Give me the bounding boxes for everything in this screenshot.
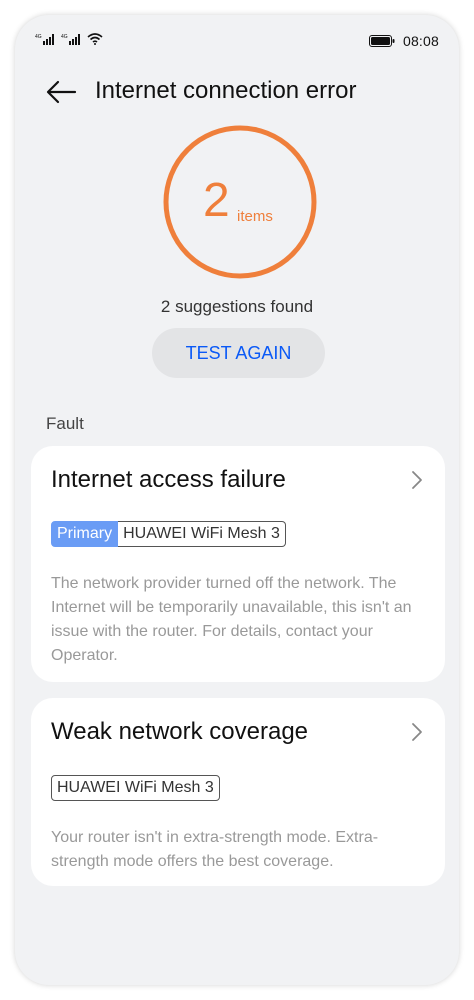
- device-tag: HUAWEI WiFi Mesh 3: [51, 775, 220, 801]
- signal-type-label: 4G: [35, 34, 42, 40]
- signal-type-label: 4G: [61, 34, 68, 40]
- device-tags: Primary HUAWEI WiFi Mesh 3: [51, 521, 286, 547]
- section-label-fault: Fault: [46, 414, 84, 433]
- status-bar: 4G 4G 08:08: [15, 15, 459, 65]
- status-icons-left: 4G 4G: [35, 33, 103, 45]
- back-button[interactable]: [43, 75, 79, 111]
- result-ring-graphic: [163, 125, 317, 279]
- status-time: 08:08: [402, 33, 439, 49]
- signal-icon: 4G: [61, 34, 80, 45]
- status-icons-right: 08:08: [368, 33, 439, 49]
- wifi-icon: [87, 33, 103, 45]
- chevron-right-icon: [412, 723, 422, 741]
- fault-card-internet-access[interactable]: Internet access failure Primary HUAWEI W…: [31, 446, 445, 682]
- fault-description: Your router isn't in extra-strength mode…: [51, 829, 379, 870]
- suggestions-summary: 2 suggestions found: [160, 297, 314, 316]
- signal-icon: 4G: [35, 34, 54, 45]
- fault-card-weak-coverage[interactable]: Weak network coverage HUAWEI WiFi Mesh 3…: [31, 698, 445, 886]
- page-title: Internet connection error: [95, 77, 357, 104]
- suggestion-unit: items: [237, 208, 273, 225]
- suggestion-count: 2: [203, 174, 230, 227]
- phone-screen: 4G 4G 08:08 Internet connection error 2 …: [15, 15, 459, 985]
- device-tag: HUAWEI WiFi Mesh 3: [118, 521, 286, 547]
- battery-icon: [368, 35, 395, 47]
- result-ring: 2 items: [163, 125, 317, 279]
- device-tags: HUAWEI WiFi Mesh 3: [51, 775, 220, 801]
- fault-title: Weak network coverage: [51, 718, 309, 745]
- fault-title: Internet access failure: [51, 466, 286, 493]
- fault-description: The network provider turned off the netw…: [51, 575, 412, 664]
- primary-tag: Primary: [51, 521, 119, 547]
- chevron-right-icon: [412, 471, 422, 489]
- back-arrow-icon: [46, 80, 77, 104]
- test-again-button[interactable]: TEST AGAIN: [152, 328, 325, 378]
